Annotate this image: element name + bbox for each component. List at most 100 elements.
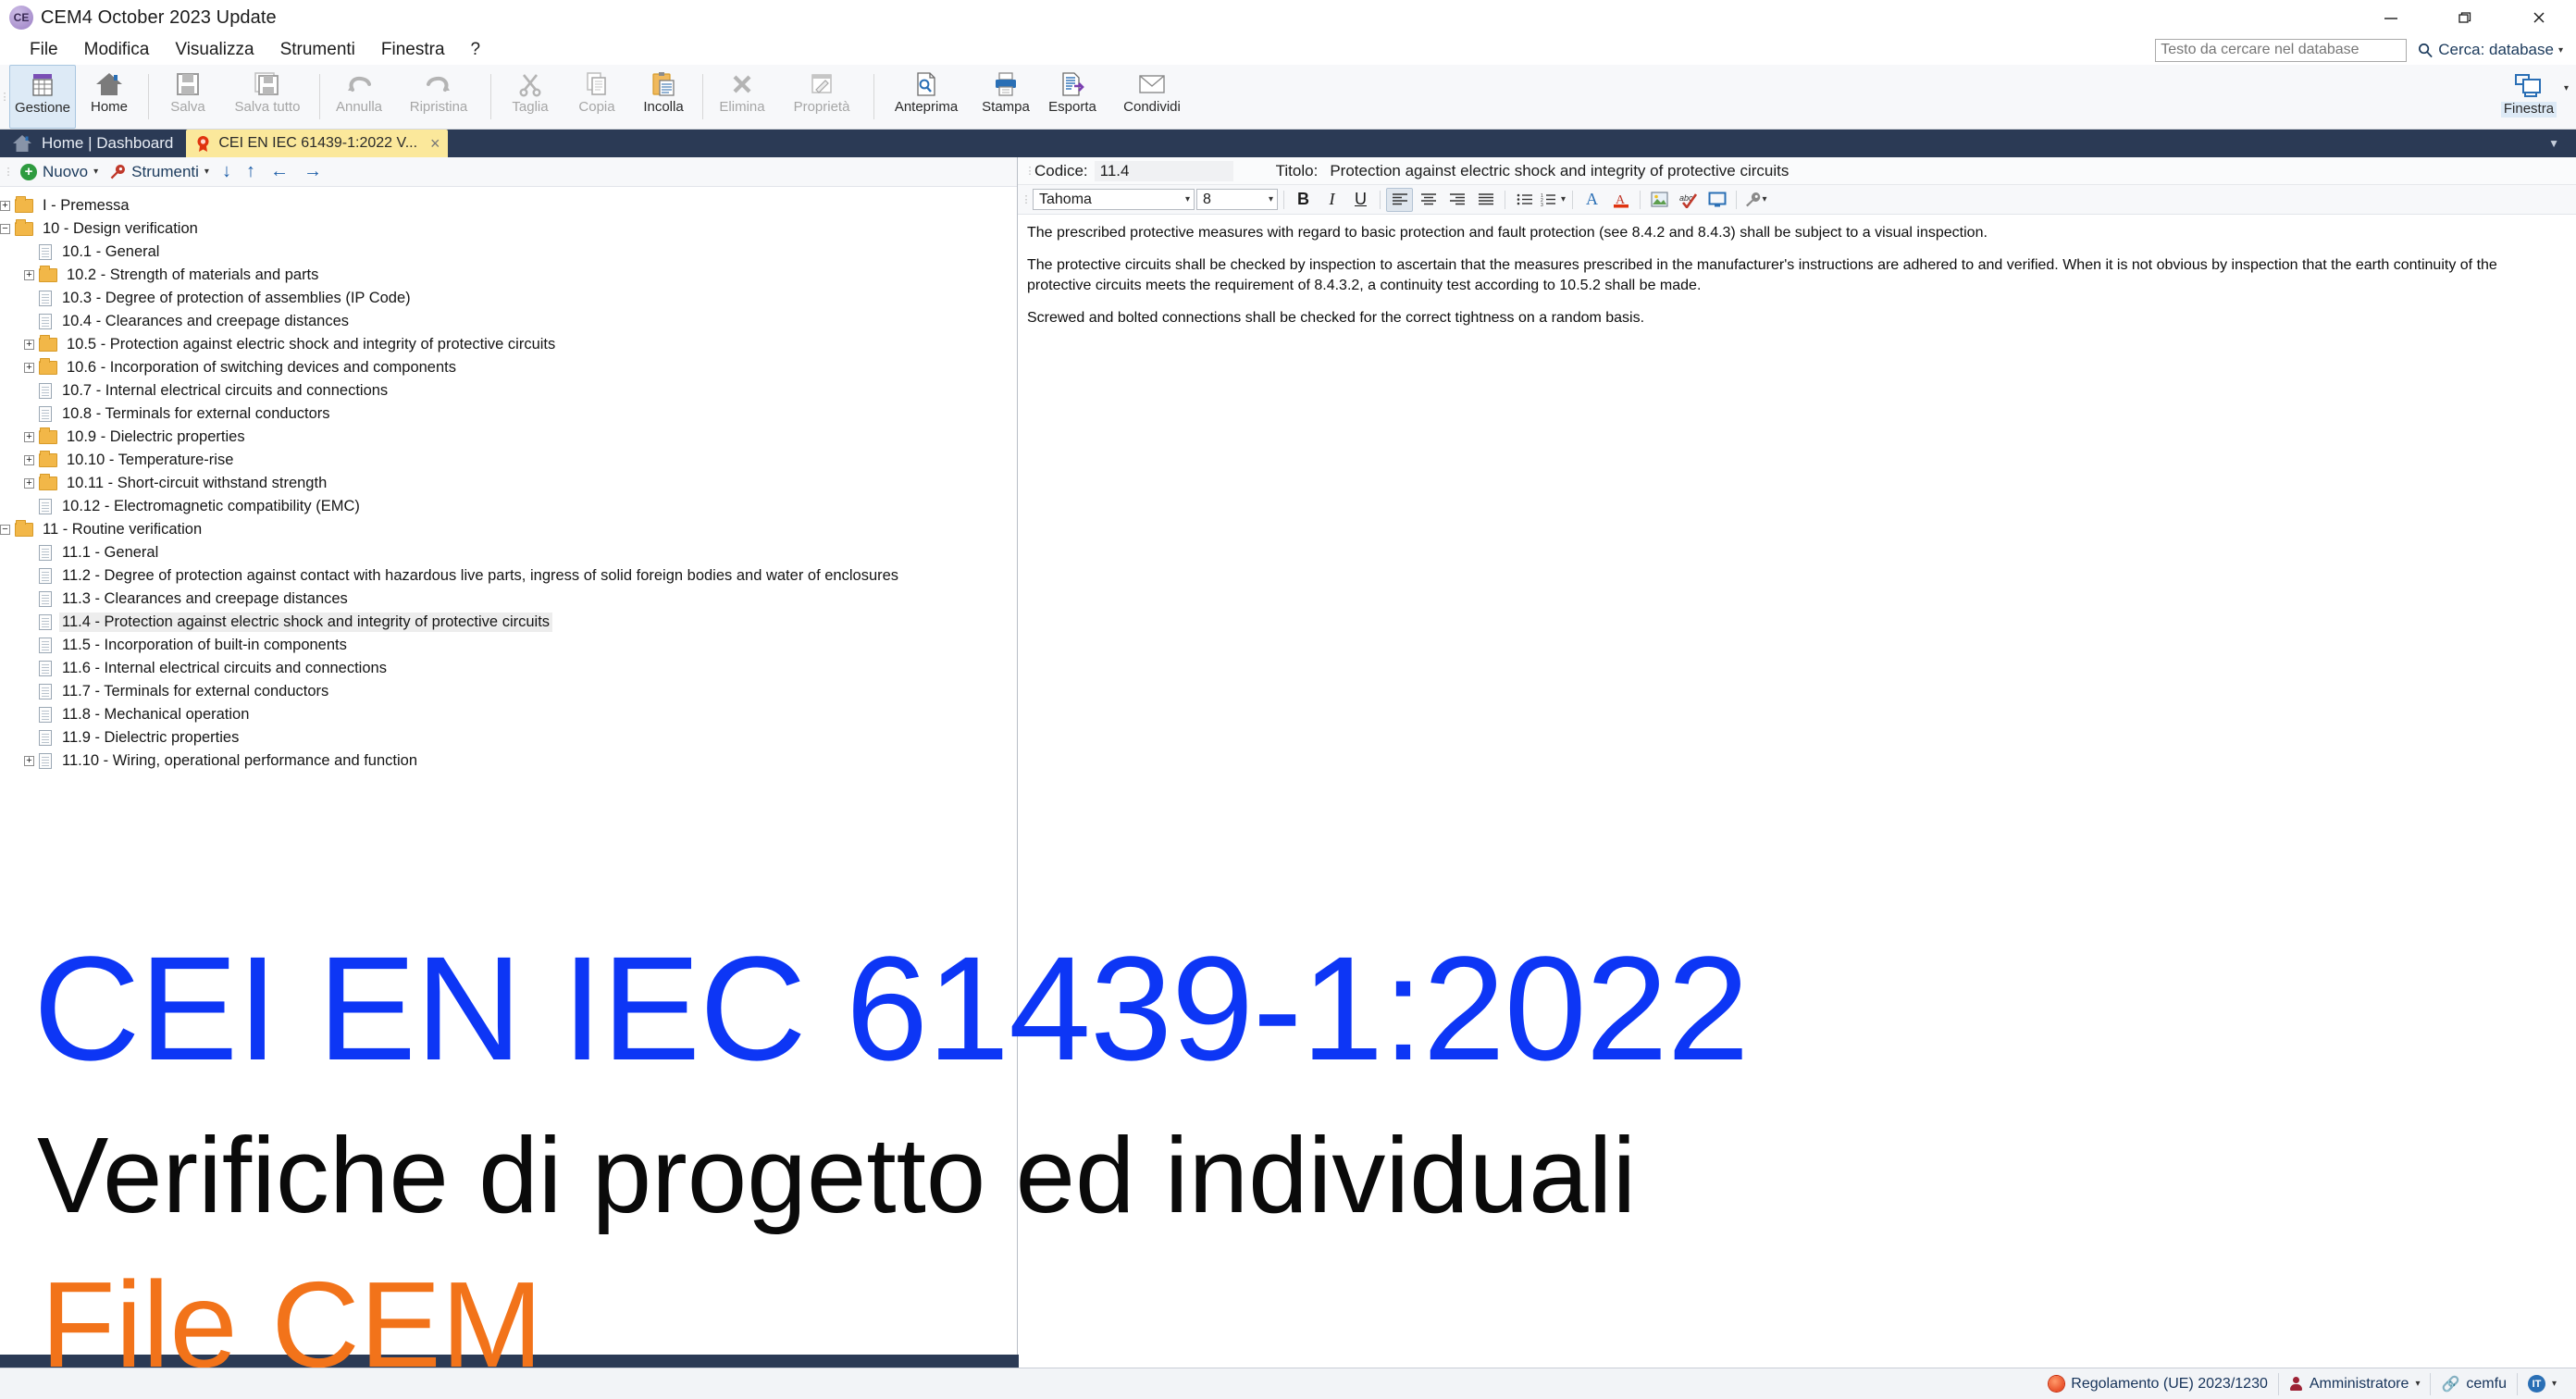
tree-node[interactable]: +10.2 - Strength of materials and parts [0,264,1017,287]
tree-node[interactable]: 10.7 - Internal electrical circuits and … [0,379,1017,402]
ribbon-button-ripristina[interactable]: Ripristina [392,65,485,129]
menu-item-file[interactable]: File [17,38,71,62]
tree-node[interactable]: 10.4 - Clearances and creepage distances [0,310,1017,333]
arrow-right-icon[interactable]: → [298,161,328,182]
ribbon-button-esporta[interactable]: Esporta [1039,65,1106,129]
text-highlight-icon[interactable]: A [1607,188,1634,212]
numbered-list-icon[interactable]: 123 ▾ [1540,188,1567,212]
chevron-down-icon[interactable]: ▼ [2548,137,2559,150]
expand-icon[interactable]: + [24,756,34,766]
tree-node[interactable]: 11.6 - Internal electrical circuits and … [0,657,1017,680]
tree-node[interactable]: +11.10 - Wiring, operational performance… [0,749,1017,773]
toolbar-grip[interactable]: ⋮ [1022,194,1032,204]
ribbon-button-annulla[interactable]: Annulla [326,65,392,129]
tree-node[interactable]: +10.6 - Incorporation of switching devic… [0,356,1017,379]
align-center-icon[interactable] [1415,188,1442,212]
ribbon-button-elimina[interactable]: Elimina [709,65,775,129]
tree-node[interactable]: 11.1 - General [0,541,1017,564]
ribbon-button-anteprima[interactable]: Anteprima [880,65,972,129]
expand-icon[interactable]: + [24,340,34,350]
ribbon-button-condividi[interactable]: Condividi [1106,65,1198,129]
tree-node[interactable]: +10.10 - Temperature-rise [0,449,1017,472]
font-family-select[interactable]: Tahoma ▾ [1033,189,1195,210]
status-connection[interactable]: 🔗 cemfu [2430,1372,2517,1395]
menu-item-modifica[interactable]: Modifica [71,38,163,62]
collapse-icon[interactable]: − [0,224,10,234]
expand-icon[interactable]: + [0,201,10,211]
collapse-icon[interactable]: − [0,525,10,535]
toolbar-grip[interactable]: ⋮ [1025,166,1035,176]
bullet-list-icon[interactable] [1511,188,1538,212]
tree-node[interactable]: 11.5 - Incorporation of built-in compone… [0,634,1017,657]
tree-node[interactable]: 10.12 - Electromagnetic compatibility (E… [0,495,1017,518]
tree-node[interactable]: 11.4 - Protection against electric shock… [0,611,1017,634]
search-scope-selector[interactable]: Cerca: database ▾ [2418,41,2563,59]
tree-node[interactable]: 10.1 - General [0,241,1017,264]
font-size-select[interactable]: 8 ▾ [1196,189,1278,210]
align-left-icon[interactable] [1386,187,1413,212]
align-justify-icon[interactable] [1472,188,1499,212]
status-language[interactable]: IT ▾ [2516,1372,2567,1395]
ribbon-button-finestra[interactable]: Finestra [2496,67,2562,118]
expand-icon[interactable]: + [24,478,34,489]
tree-node[interactable]: − 11 - Routine verification [0,518,1017,541]
codice-field[interactable]: 11.4 [1094,160,1233,181]
arrow-up-icon[interactable]: ↑ [241,161,261,182]
search-input[interactable]: Testo da cercare nel database [2155,38,2408,62]
font-color-icon[interactable]: A [1579,188,1605,212]
tree-node[interactable]: 11.3 - Clearances and creepage distances [0,588,1017,611]
tree-node[interactable]: 11.7 - Terminals for external conductors [0,680,1017,703]
toolbar-grip[interactable]: ⋮ [4,167,14,177]
tab-document[interactable]: CEI EN IEC 61439-1:2022 V... × [186,130,448,157]
ribbon-button-incolla[interactable]: Incolla [630,65,697,129]
tree-node[interactable]: +10.5 - Protection against electric shoc… [0,333,1017,356]
ribbon-button-salva[interactable]: Salva [155,65,221,129]
expand-icon[interactable]: + [24,270,34,280]
spellcheck-icon[interactable]: abc [1675,188,1702,212]
ribbon-grip[interactable]: ⋮ [0,65,10,129]
ribbon-button-home[interactable]: Home [76,65,142,129]
arrow-left-icon[interactable]: ← [265,161,294,182]
tree-node[interactable]: 11.2 - Degree of protection against cont… [0,564,1017,588]
rich-text-editor[interactable]: The prescribed protective measures with … [1018,215,2576,1368]
tools-button[interactable]: Strumenti ▾ [105,163,213,181]
menu-item-visualizza[interactable]: Visualizza [162,38,266,62]
close-icon[interactable]: × [430,135,440,152]
titolo-field[interactable]: Protection against electric shock and in… [1324,161,2576,181]
chevron-down-icon[interactable]: ▾ [2564,83,2569,93]
tree-node[interactable]: 11.9 - Dielectric properties [0,726,1017,749]
bold-button[interactable]: B [1290,188,1317,212]
align-right-icon[interactable] [1443,188,1470,212]
arrow-down-icon[interactable]: ↓ [217,161,237,182]
menu-item-finestra[interactable]: Finestra [368,38,458,62]
tree-node[interactable]: 11.8 - Mechanical operation [0,703,1017,726]
insert-image-icon[interactable] [1646,188,1673,212]
tree-node[interactable]: +10.11 - Short-circuit withstand strengt… [0,472,1017,495]
ribbon-button-copia[interactable]: Copia [564,65,630,129]
status-regulation[interactable]: Regolamento (UE) 2023/1230 [2038,1373,2278,1395]
expand-icon[interactable]: + [24,363,34,373]
tree-node[interactable]: + I - Premessa [0,194,1017,217]
tab-home-dashboard[interactable]: Home | Dashboard [0,130,186,157]
close-icon[interactable] [2502,0,2576,35]
ribbon-button-taglia[interactable]: Taglia [497,65,564,129]
expand-icon[interactable]: + [24,432,34,442]
minimize-icon[interactable] [2354,0,2428,35]
ribbon-button-proprieta[interactable]: Proprietà [775,65,868,129]
italic-button[interactable]: I [1319,188,1345,212]
restore-icon[interactable] [2428,0,2502,35]
ribbon-button-salva-tutto[interactable]: Salva tutto [221,65,314,129]
new-button[interactable]: + Nuovo ▾ [17,163,102,181]
tree-node[interactable]: − 10 - Design verification [0,217,1017,241]
tree-node[interactable]: 10.3 - Degree of protection of assemblie… [0,287,1017,310]
tree-node[interactable]: +10.9 - Dielectric properties [0,426,1017,449]
status-user[interactable]: Amministratore ▾ [2277,1372,2431,1395]
menu-item-help[interactable]: ? [458,38,494,62]
ribbon-button-gestione[interactable]: Gestione [9,65,76,129]
tree-node[interactable]: 10.8 - Terminals for external conductors [0,402,1017,426]
menu-item-strumenti[interactable]: Strumenti [267,38,368,62]
ribbon-button-stampa[interactable]: Stampa [972,65,1039,129]
wrench-icon[interactable]: ▾ [1742,188,1769,212]
underline-button[interactable]: U [1347,188,1374,212]
expand-icon[interactable]: + [24,455,34,465]
